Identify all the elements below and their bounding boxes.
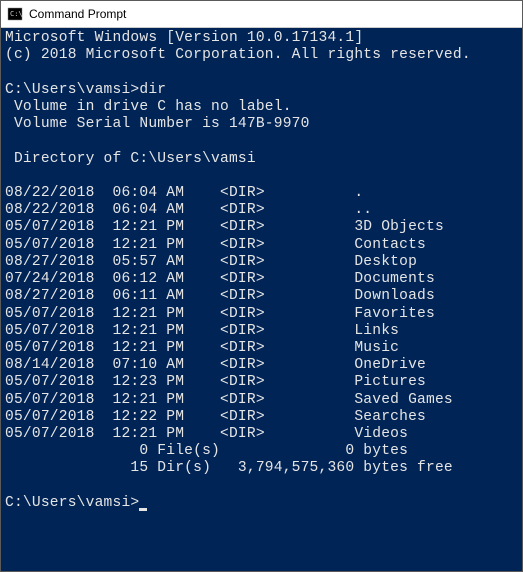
cmd-icon: C:\ xyxy=(7,6,23,22)
volume-label: Volume in drive C has no label. xyxy=(5,99,292,115)
cursor xyxy=(139,508,147,511)
summary-files: 0 File(s) 0 bytes xyxy=(5,443,408,459)
titlebar[interactable]: C:\ Command Prompt xyxy=(1,1,522,28)
command-prompt-window: C:\ Command Prompt Microsoft Windows [Ve… xyxy=(0,0,523,572)
dir-entries: 08/22/2018 06:04 AM <DIR> . 08/22/2018 0… xyxy=(5,185,453,442)
header-line: Microsoft Windows [Version 10.0.17134.1] xyxy=(5,30,363,46)
volume-serial: Volume Serial Number is 147B-9970 xyxy=(5,116,310,132)
terminal-output[interactable]: Microsoft Windows [Version 10.0.17134.1]… xyxy=(1,28,522,571)
svg-text:C:\: C:\ xyxy=(10,10,23,18)
copyright-line: (c) 2018 Microsoft Corporation. All righ… xyxy=(5,47,471,63)
window-title: Command Prompt xyxy=(29,7,126,21)
summary-dirs: 15 Dir(s) 3,794,575,360 bytes free xyxy=(5,460,453,476)
prompt: C:\Users\vamsi> xyxy=(5,495,139,511)
directory-of: Directory of C:\Users\vamsi xyxy=(5,151,256,167)
prompt: C:\Users\vamsi> xyxy=(5,82,139,98)
command: dir xyxy=(139,82,166,98)
